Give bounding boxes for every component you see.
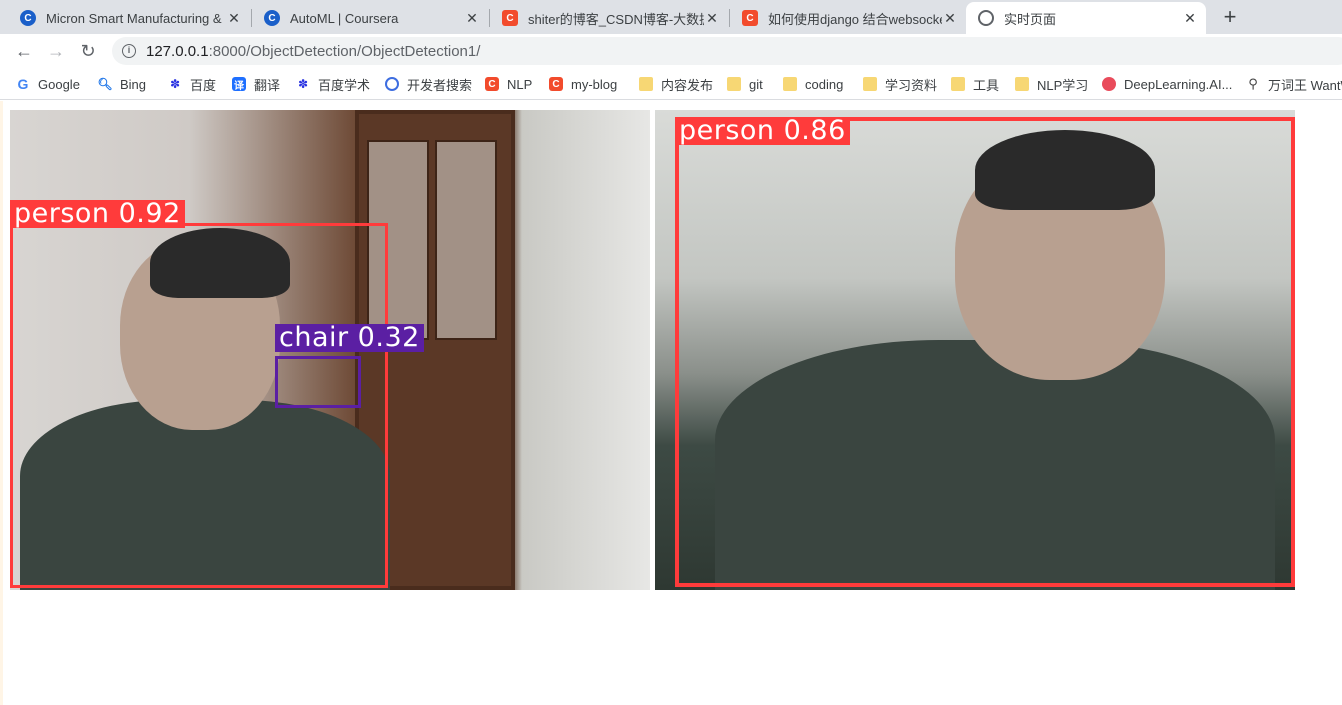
tab-automl[interactable]: C AutoML | Coursera ✕ bbox=[252, 2, 488, 34]
dev-search-icon bbox=[385, 77, 399, 91]
bookmark-nlp-study[interactable]: NLP学习 bbox=[1015, 75, 1088, 93]
bookmark-nlp[interactable]: C NLP bbox=[485, 75, 532, 93]
tab-realtime-page[interactable]: 实时页面 ✕ bbox=[966, 2, 1206, 34]
address-bar[interactable]: i 127.0.0.1:8000/ObjectDetection/ObjectD… bbox=[112, 37, 1342, 65]
bookmark-my-blog[interactable]: C my-blog bbox=[549, 75, 617, 93]
tab-title: 如何使用django 结合websocke bbox=[768, 11, 942, 27]
bookmark-coding[interactable]: coding bbox=[783, 75, 843, 93]
search-icon: 🔍︎ bbox=[97, 77, 113, 91]
close-icon[interactable]: ✕ bbox=[942, 10, 958, 27]
globe-icon bbox=[978, 10, 994, 26]
chair-bounding-box bbox=[275, 356, 361, 408]
url-path: :8000/ObjectDetection/ObjectDetection1/ bbox=[208, 42, 481, 60]
person-detection-label: person 0.92 bbox=[10, 200, 185, 228]
browser-toolbar: ← → ↻ i 127.0.0.1:8000/ObjectDetection/O… bbox=[0, 34, 1342, 68]
csdn-icon: C bbox=[485, 77, 499, 91]
tab-strip: C Micron Smart Manufacturing & ✕ C AutoM… bbox=[0, 0, 1342, 34]
bookmark-google[interactable]: G Google bbox=[16, 75, 80, 93]
bookmark-label: Google bbox=[38, 76, 80, 92]
bookmark-wantwords[interactable]: ⚲ 万词王 WantW bbox=[1246, 75, 1342, 93]
new-tab-button[interactable]: + bbox=[1216, 4, 1244, 32]
bookmark-label: NLP bbox=[507, 76, 533, 92]
folder-icon bbox=[783, 77, 797, 91]
tab-micron[interactable]: C Micron Smart Manufacturing & ✕ bbox=[8, 2, 250, 34]
back-arrow-icon[interactable]: ← bbox=[12, 39, 36, 63]
csdn-icon: C bbox=[742, 10, 758, 26]
detection-frame-1: person 0.92 chair 0.32 bbox=[10, 110, 650, 590]
tab-django-websocket[interactable]: C 如何使用django 结合websocke ✕ bbox=[730, 2, 966, 34]
magnifier-icon: ⚲ bbox=[1248, 76, 1258, 91]
bookmark-label: 百度学术 bbox=[318, 77, 371, 93]
chair-detection-label: chair 0.32 bbox=[275, 324, 424, 352]
bookmark-tools[interactable]: 工具 bbox=[951, 75, 999, 93]
tab-title: AutoML | Coursera bbox=[290, 10, 399, 26]
deeplearning-icon bbox=[1102, 77, 1116, 91]
close-icon[interactable]: ✕ bbox=[1182, 10, 1198, 27]
bookmark-label: DeepLearning.AI... bbox=[1124, 76, 1233, 92]
bookmark-label: coding bbox=[805, 76, 844, 92]
bookmark-label: git bbox=[749, 76, 763, 92]
folder-icon bbox=[951, 77, 965, 91]
bookmark-label: Bing bbox=[120, 76, 147, 92]
info-icon[interactable]: i bbox=[122, 44, 136, 58]
close-icon[interactable]: ✕ bbox=[464, 10, 480, 27]
bookmark-dev-search[interactable]: 开发者搜索 bbox=[385, 75, 472, 93]
browser-window: C Micron Smart Manufacturing & ✕ C AutoM… bbox=[0, 0, 1342, 705]
close-icon[interactable]: ✕ bbox=[704, 10, 720, 27]
bookmarks-bar: G Google 🔍︎ Bing ✽ 百度 译 翻译 ✽ 百度学术 开发者搜索 … bbox=[0, 68, 1342, 100]
left-edge-strip bbox=[0, 101, 3, 705]
close-icon[interactable]: ✕ bbox=[226, 10, 242, 27]
bookmark-label: 学习资料 bbox=[885, 77, 938, 93]
coursera-icon: C bbox=[264, 10, 280, 26]
bookmark-content-publish[interactable]: 内容发布 bbox=[639, 75, 713, 93]
person-detection-label: person 0.86 bbox=[675, 117, 850, 145]
bookmark-label: 翻译 bbox=[254, 77, 281, 93]
url-text: 127.0.0.1:8000/ObjectDetection/ObjectDet… bbox=[146, 43, 480, 60]
detection-frame-2: person 0.86 bbox=[655, 110, 1295, 590]
bookmark-label: 内容发布 bbox=[661, 77, 714, 93]
tab-title: 实时页面 bbox=[1004, 11, 1057, 27]
url-host: 127.0.0.1 bbox=[146, 42, 209, 60]
forward-arrow-icon[interactable]: → bbox=[44, 39, 68, 63]
bookmark-label: 开发者搜索 bbox=[407, 77, 473, 93]
bookmark-git[interactable]: git bbox=[727, 75, 763, 93]
bookmark-baidu-xueshu[interactable]: ✽ 百度学术 bbox=[296, 75, 370, 93]
tab-title: Micron Smart Manufacturing & bbox=[46, 10, 222, 26]
bookmark-baidu[interactable]: ✽ 百度 bbox=[168, 75, 216, 93]
reload-icon[interactable]: ↻ bbox=[76, 39, 100, 63]
tab-title: shiter的博客_CSDN博客-大数据 bbox=[528, 11, 704, 27]
bookmark-label: 工具 bbox=[973, 77, 1000, 93]
bookmark-label: my-blog bbox=[571, 76, 618, 92]
csdn-icon: C bbox=[549, 77, 563, 91]
bookmark-fanyi[interactable]: 译 翻译 bbox=[232, 75, 280, 93]
translate-icon: 译 bbox=[232, 77, 246, 92]
bookmark-deeplearning-ai[interactable]: DeepLearning.AI... bbox=[1102, 75, 1232, 93]
folder-icon bbox=[863, 77, 877, 91]
google-icon: G bbox=[17, 76, 29, 92]
folder-icon bbox=[727, 77, 741, 91]
folder-icon bbox=[639, 77, 653, 91]
bookmark-bing[interactable]: 🔍︎ Bing bbox=[97, 75, 147, 93]
bookmark-study-materials[interactable]: 学习资料 bbox=[863, 75, 937, 93]
bookmark-label: 万词王 WantW bbox=[1268, 77, 1342, 93]
bookmark-label: NLP学习 bbox=[1037, 77, 1089, 93]
bookmark-label: 百度 bbox=[190, 77, 217, 93]
baidu-paw-icon: ✽ bbox=[297, 77, 309, 91]
folder-icon bbox=[1015, 77, 1029, 91]
person-bounding-box bbox=[675, 117, 1295, 587]
tab-shiter-blog[interactable]: C shiter的博客_CSDN博客-大数据 ✕ bbox=[490, 2, 728, 34]
coursera-icon: C bbox=[20, 10, 36, 26]
cabinet-glass bbox=[435, 140, 497, 340]
baidu-paw-icon: ✽ bbox=[169, 77, 181, 91]
csdn-icon: C bbox=[502, 10, 518, 26]
